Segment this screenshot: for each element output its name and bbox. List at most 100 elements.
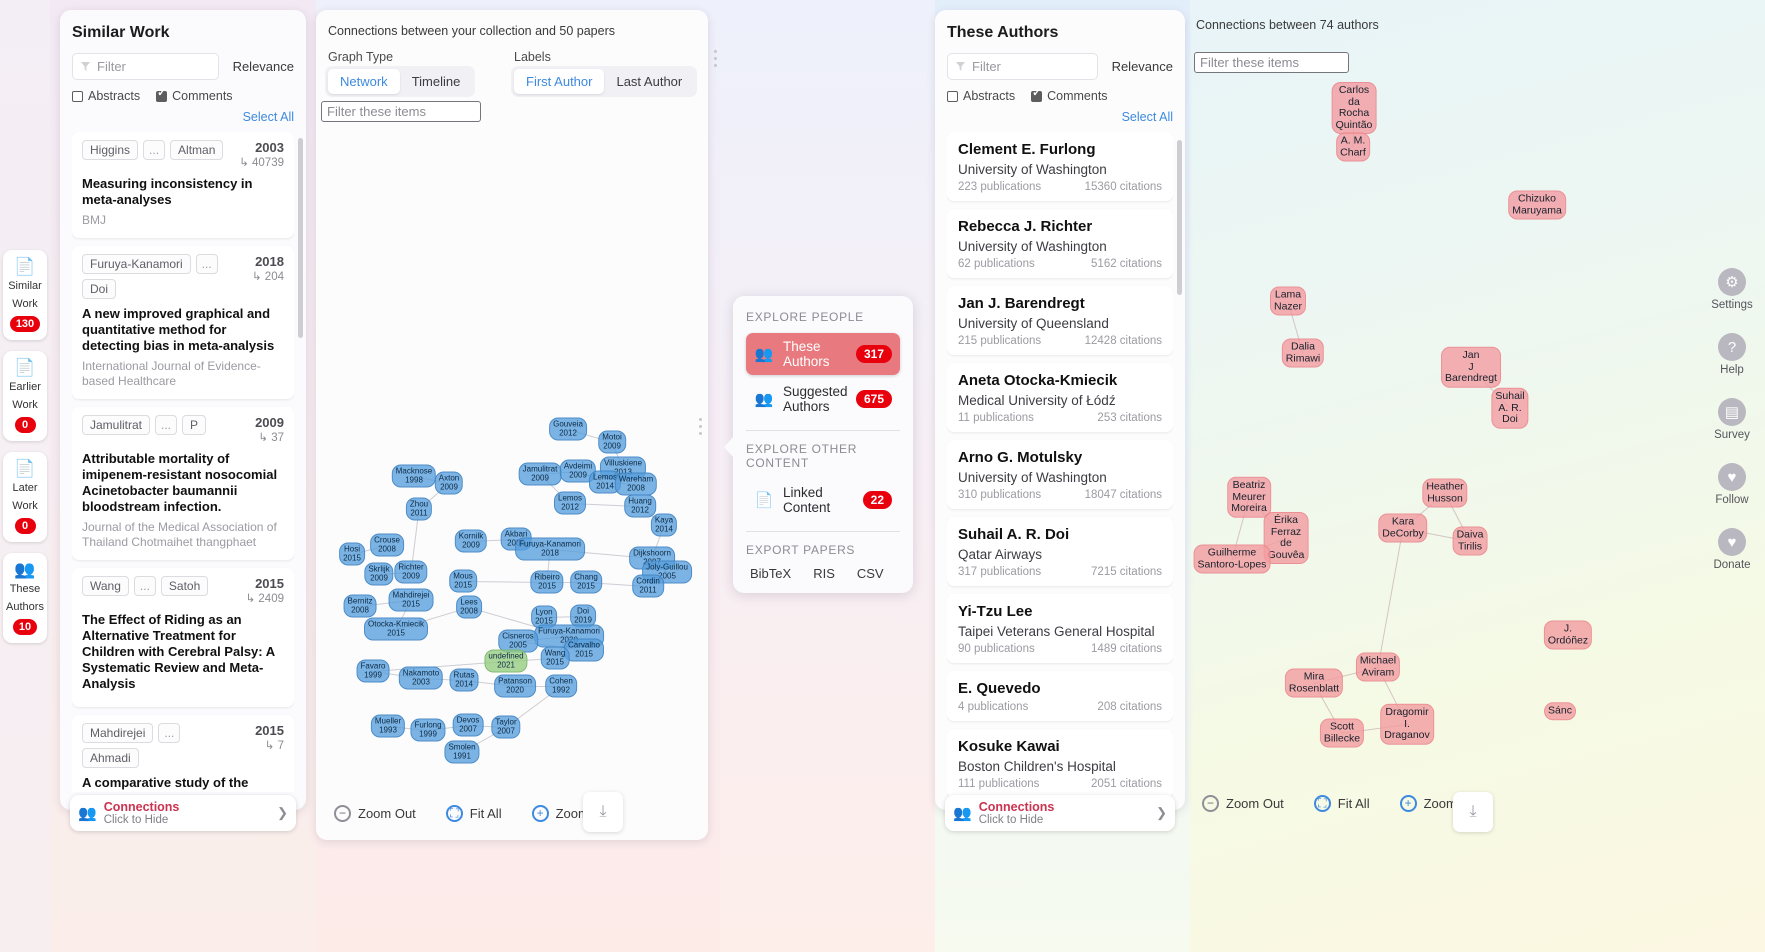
similar-work-filter-input[interactable]: Filter <box>72 53 219 80</box>
explore-item-suggested-authors[interactable]: 👥 Suggested Authors 675 <box>746 378 900 420</box>
paper-graph-canvas[interactable]: Gouveia 2012 Motoi 2009 Villuskiene 2013 Jamul… <box>316 130 708 780</box>
paper-list-item[interactable]: Jamulitrat... P 2009 ↳ 37 Attributable morta… <box>72 407 294 560</box>
graph-node[interactable]: Furlong 1999 <box>410 718 446 742</box>
author-chip-ellipsis[interactable]: ... <box>155 415 178 435</box>
graph-node[interactable]: Furuya-Kanamori 2018 <box>515 537 585 561</box>
these-authors-scrollbar[interactable] <box>1177 140 1182 295</box>
graph-node[interactable]: Carlos da Rocha Quintão <box>1331 82 1377 134</box>
author-name[interactable]: Yi-Tzu Lee <box>958 603 1162 620</box>
graph-node[interactable]: Nakamoto 2003 <box>398 666 444 690</box>
paper-graph-fit-all-button[interactable]: ⛶ Fit All <box>445 805 502 822</box>
graph-node[interactable]: Lama Nazer <box>1269 286 1307 316</box>
author-list-item[interactable]: Aneta Otocka-Kmiecik Medical University o… <box>947 363 1173 432</box>
graph-node[interactable]: Macknose 1998 <box>391 464 437 488</box>
these-authors-filter-input[interactable]: Filter <box>947 53 1098 80</box>
sidebar-item-similar-work[interactable]: 📄 Similar Work 130 <box>3 250 47 340</box>
author-chip-ellipsis[interactable]: ... <box>195 254 218 274</box>
these-authors-connections-bar[interactable]: 👥 Connections Click to Hide ❯ <box>945 795 1175 831</box>
graph-node[interactable]: Chang 2015 <box>570 570 602 594</box>
sidebar-item-these-authors[interactable]: 👥 These Authors 10 <box>3 553 47 643</box>
paper-graph-filter-input[interactable]: Filter these items <box>321 101 481 122</box>
author-graph-canvas[interactable]: Carlos da Rocha Quintão A. M. Charf Chizuko Mar… <box>1190 10 1660 780</box>
export-option-bibtex[interactable]: BibTeX <box>750 566 791 581</box>
graph-node[interactable]: Mous 2015 <box>449 569 477 593</box>
sidebar-item-later-work[interactable]: 📄 Later Work 0 <box>3 452 47 542</box>
similar-work-abstracts-checkbox[interactable]: Abstracts <box>72 89 140 103</box>
author-name[interactable]: Arno G. Motulsky <box>958 449 1162 466</box>
these-authors-select-all[interactable]: Select All <box>947 110 1173 124</box>
these-authors-comments-checkbox[interactable]: Comments <box>1031 88 1108 103</box>
graph-node[interactable]: Sánc <box>1544 702 1576 720</box>
author-name[interactable]: Jan J. Barendregt <box>958 295 1162 312</box>
utility-item-follow[interactable]: ♥ Follow <box>1707 463 1757 506</box>
paper-title[interactable]: The Effect of Riding as an Alternative T… <box>82 612 284 692</box>
graph-node[interactable]: Richter 2009 <box>394 560 428 584</box>
graph-node[interactable]: Dalia Rimawi <box>1281 338 1325 368</box>
author-graph-download-button[interactable]: ⤓ <box>1453 792 1493 832</box>
explore-panel-grip[interactable] <box>699 418 702 439</box>
author-list-item[interactable]: Kosuke Kawai Boston Children's Hospital 11… <box>947 729 1173 797</box>
labels-first-author-option[interactable]: First Author <box>514 69 605 94</box>
graph-node[interactable]: Mira Rosenblatt <box>1284 668 1344 698</box>
graph-node[interactable]: Wareham 2008 <box>614 472 658 496</box>
graph-node[interactable]: Chizuko Maruyama <box>1508 190 1566 220</box>
graph-node[interactable]: Patanson 2020 <box>494 674 536 698</box>
author-chip[interactable]: Mahdirejei <box>82 723 154 743</box>
graph-node[interactable]: Zhou 2011 <box>405 497 433 521</box>
graph-node[interactable]: Smolen 1991 <box>444 740 480 764</box>
graph-node[interactable]: A. M. Charf <box>1336 132 1370 162</box>
graph-node[interactable]: Kara DeCorby <box>1378 513 1428 543</box>
graph-node[interactable]: Cordin 2011 <box>632 574 664 598</box>
graph-type-segmented[interactable]: Network Timeline <box>325 66 476 97</box>
graph-node[interactable]: Carvalho 2015 <box>563 638 605 662</box>
graph-node[interactable]: Guilherme Santoro-Lopes <box>1193 544 1271 574</box>
graph-node[interactable]: Daiva Tirilis <box>1452 526 1488 556</box>
graph-node[interactable]: Bernitz 2008 <box>343 594 377 618</box>
explore-item-these-authors[interactable]: 👥 These Authors 317 <box>746 333 900 375</box>
author-chip-ellipsis[interactable]: ... <box>158 723 181 743</box>
paper-list-item[interactable]: Furuya-Kanamori... Doi 2018 ↳ 204 A new impr… <box>72 246 294 399</box>
author-name[interactable]: Clement E. Furlong <box>958 141 1162 158</box>
author-graph-zoom-out-button[interactable]: − Zoom Out <box>1202 795 1284 812</box>
author-chip-ellipsis[interactable]: ... <box>133 576 156 596</box>
author-graph-fit-all-button[interactable]: ⛶ Fit All <box>1313 795 1370 812</box>
author-list-item[interactable]: Arno G. Motulsky University of Washington… <box>947 440 1173 509</box>
similar-work-paper-list[interactable]: Higgins... Altman 2003 ↳ 40739 Measuring inc… <box>72 132 294 792</box>
graph-node[interactable]: Rutas 2014 <box>449 668 479 692</box>
graph-node[interactable]: Cohen 1992 <box>545 674 577 698</box>
graph-node[interactable]: undefined 2021 <box>484 649 528 673</box>
graph-node[interactable]: Favaro 1999 <box>356 659 390 683</box>
graph-node[interactable]: Jan J Barendregt <box>1441 346 1501 388</box>
graph-node[interactable]: Devos 2007 <box>452 713 484 737</box>
author-chip-ellipsis[interactable]: ... <box>143 140 166 160</box>
paper-list-item[interactable]: Higgins... Altman 2003 ↳ 40739 Measuring inc… <box>72 132 294 238</box>
author-chip[interactable]: Ahmadi <box>82 748 139 768</box>
paper-panel-resize-grip[interactable] <box>714 50 717 71</box>
author-chip[interactable]: Higgins <box>82 140 139 160</box>
author-name[interactable]: Rebecca J. Richter <box>958 218 1162 235</box>
graph-node[interactable]: Gouveia 2012 <box>549 417 587 441</box>
graph-node[interactable]: Axton 2009 <box>434 471 464 495</box>
utility-item-survey[interactable]: ▤ Survey <box>1707 398 1757 441</box>
author-list-item[interactable]: Clement E. Furlong University of Washingt… <box>947 132 1173 201</box>
graph-node[interactable]: Otocka-Kmiecik 2015 <box>363 617 429 641</box>
graph-node[interactable]: Lemos 2012 <box>553 491 587 515</box>
graph-node[interactable]: Motoi 2009 <box>598 430 626 454</box>
similar-work-sort-button[interactable]: Relevance <box>233 59 294 74</box>
paper-graph-download-button[interactable]: ⤓ <box>583 792 623 832</box>
graph-node[interactable]: Wang 2015 <box>540 646 570 670</box>
author-name[interactable]: Aneta Otocka-Kmiecik <box>958 372 1162 389</box>
author-list-item[interactable]: E. Quevedo 4 publications 208 citations <box>947 671 1173 721</box>
paper-list-item[interactable]: Mahdirejei... Ahmadi 2015 ↳ 7 A comparative … <box>72 715 294 792</box>
labels-segmented[interactable]: First Author Last Author <box>511 66 698 97</box>
author-list-item[interactable]: Rebecca J. Richter University of Washingt… <box>947 209 1173 278</box>
similar-work-comments-checkbox[interactable]: Comments <box>156 88 233 103</box>
author-chip[interactable]: Satoh <box>160 576 209 596</box>
author-list-item[interactable]: Jan J. Barendregt University of Queenslan… <box>947 286 1173 355</box>
utility-item-settings[interactable]: ⚙ Settings <box>1707 268 1757 311</box>
author-chip[interactable]: Jamulitrat <box>82 415 151 435</box>
graph-node[interactable]: Mahdirejei 2015 <box>388 588 434 612</box>
graph-node[interactable]: Jamulitrat 2009 <box>518 462 562 486</box>
similar-work-scrollbar[interactable] <box>298 138 303 338</box>
graph-node[interactable]: Suhail A. R. Doi <box>1491 387 1529 429</box>
